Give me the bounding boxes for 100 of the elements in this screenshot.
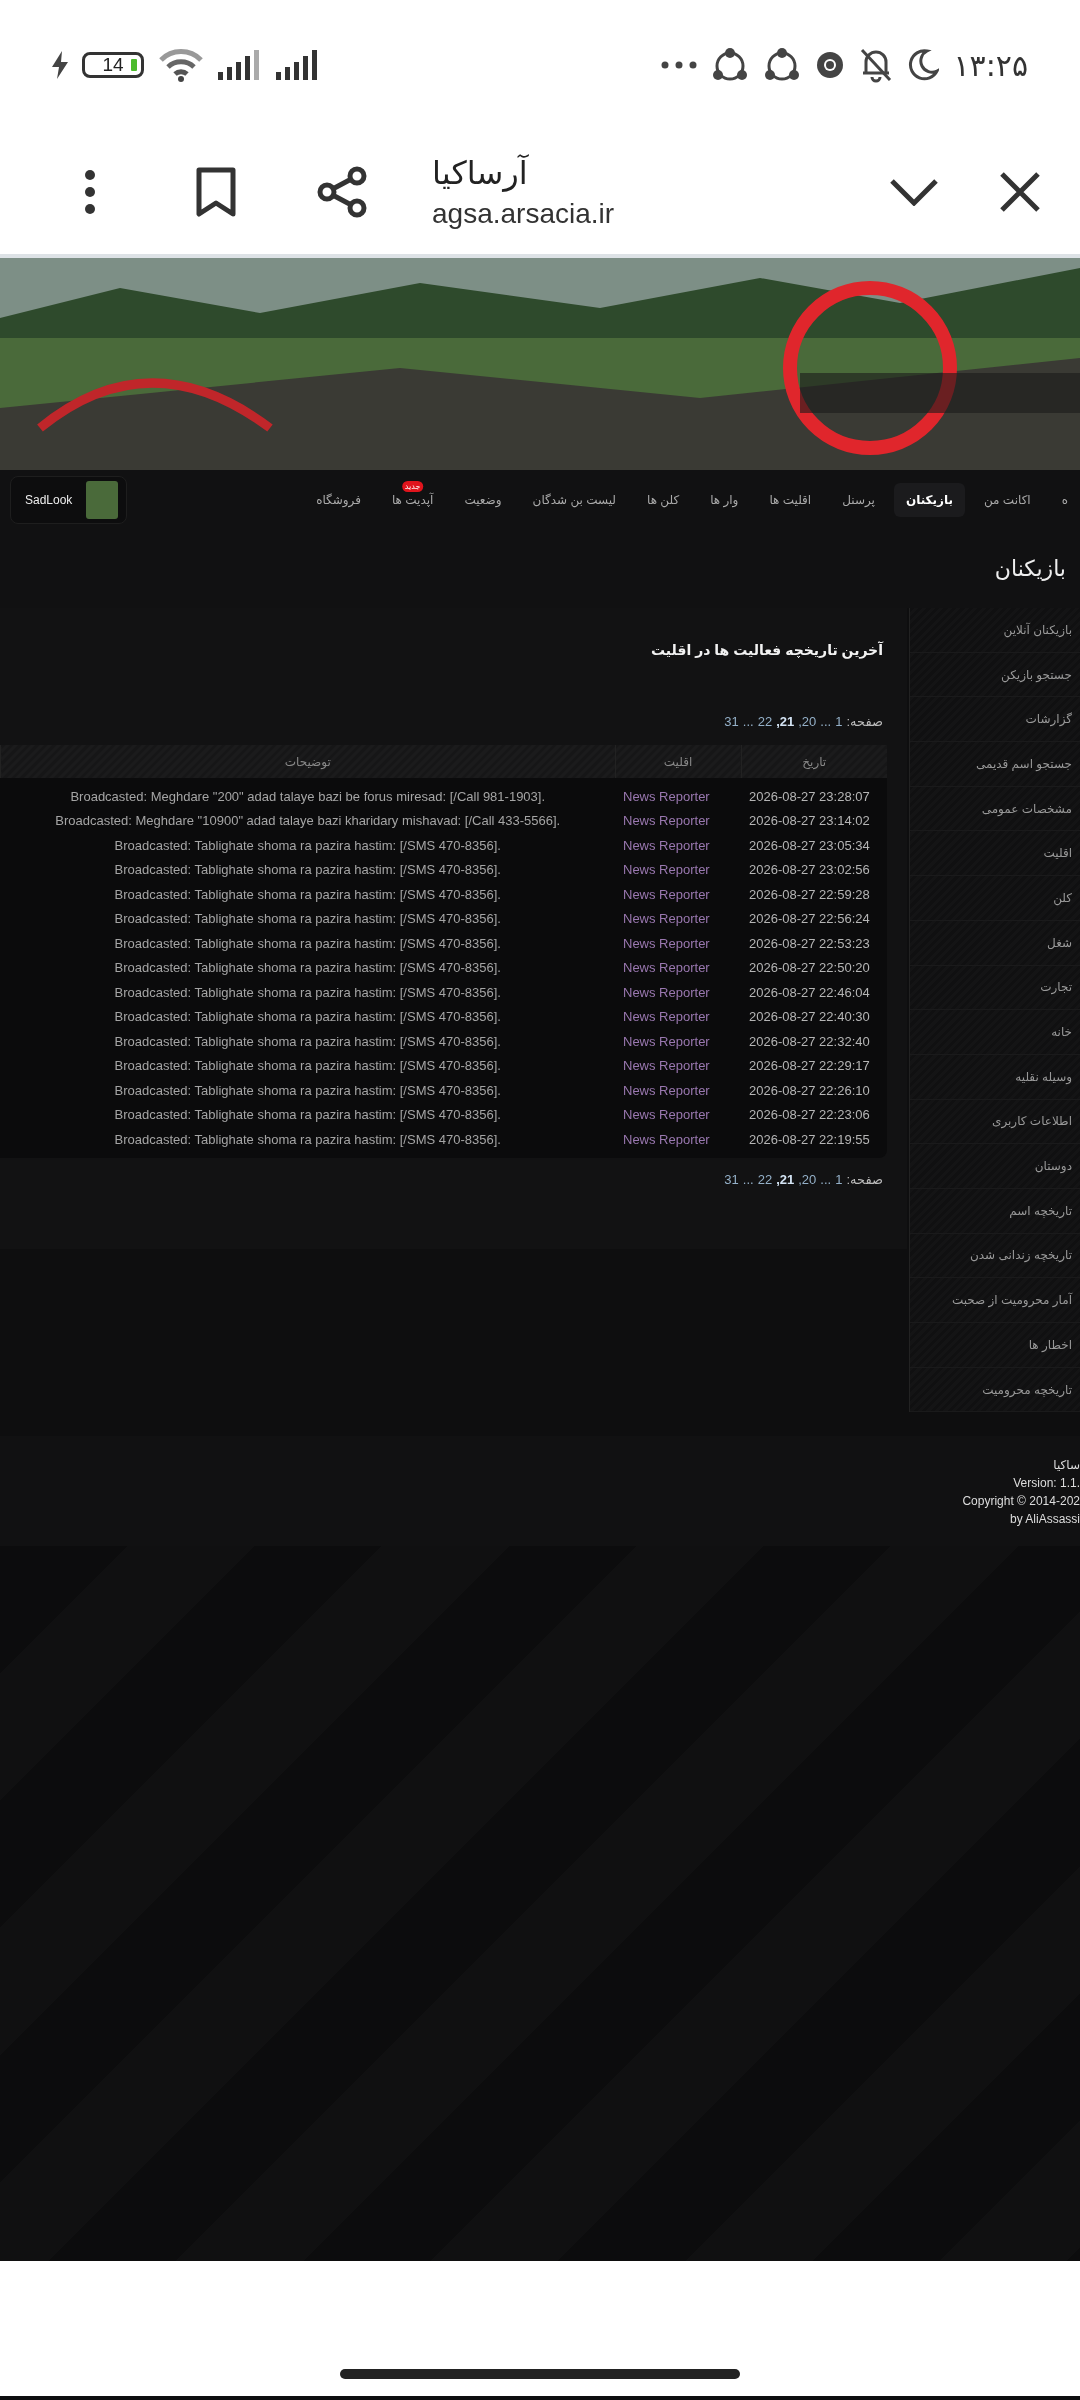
sidebar-item[interactable]: وسیله نقلیه bbox=[910, 1054, 1080, 1100]
nav-tab[interactable]: بازیکنان bbox=[893, 483, 965, 517]
column-header: اقلیت bbox=[615, 745, 741, 778]
column-header: تاریخ bbox=[741, 745, 887, 778]
footer-text: ساکیا bbox=[1053, 1458, 1080, 1473]
faction-cell: News Reporter bbox=[615, 1078, 741, 1103]
date-cell: 2026-08-27 22:56:24 bbox=[741, 906, 887, 931]
nav-tab[interactable]: وار ها bbox=[698, 483, 751, 517]
nav-tab[interactable]: اکانت من bbox=[971, 483, 1043, 517]
description-cell: Broadcasted: Tablighate shoma ra pazira hastim: [/SMS 470-8356]. bbox=[0, 1029, 615, 1054]
description-cell: Broadcasted: Tablighate shoma ra pazira hastim: [/SMS 470-8356]. bbox=[0, 931, 615, 956]
nav-tab[interactable]: پرسنل bbox=[830, 483, 887, 517]
nav-tab[interactable]: کلن ها bbox=[635, 483, 692, 517]
page-link[interactable]: 22 bbox=[757, 714, 773, 729]
footer-text: by AliAssassi bbox=[1009, 1512, 1080, 1527]
description-cell: Broadcasted: Tablighate shoma ra pazira hastim: [/SMS 470-8356]. bbox=[0, 955, 615, 980]
share-icon bbox=[315, 165, 369, 219]
faction-cell: News Reporter bbox=[615, 808, 741, 833]
sidebar-item[interactable]: بازیکنان آنلاین bbox=[910, 608, 1080, 653]
description-cell: Broadcasted: Tablighate shoma ra pazira hastim: [/SMS 470-8356]. bbox=[0, 1004, 615, 1029]
page-link[interactable]: 20, bbox=[798, 1171, 817, 1187]
sidebar-item[interactable]: تاریخچه اسم bbox=[910, 1188, 1080, 1234]
column-header: توضیحات bbox=[0, 745, 615, 778]
sidebar-item[interactable]: خانه bbox=[910, 1010, 1080, 1055]
page-link[interactable]: 1 bbox=[835, 1171, 843, 1187]
sidebar-item[interactable]: شغل bbox=[910, 920, 1080, 966]
sidebar-item[interactable]: جستجو اسم قدیمی bbox=[910, 742, 1080, 787]
new-badge: جدید bbox=[401, 481, 424, 492]
page-ellipsis: ... bbox=[820, 714, 832, 729]
description-cell: Broadcasted: Tablighate shoma ra pazira hastim: [/SMS 470-8356]. bbox=[0, 1127, 615, 1158]
sidebar-item[interactable]: تاریخچه محرومیت bbox=[910, 1367, 1080, 1413]
browser-icon bbox=[815, 50, 846, 80]
sidebar-item[interactable]: اخطار ها bbox=[910, 1323, 1080, 1368]
faction-cell: News Reporter bbox=[615, 857, 741, 882]
description-cell: Broadcasted: Tablighate shoma ra pazira hastim: [/SMS 470-8356]. bbox=[0, 1053, 615, 1078]
sidebar-item[interactable]: تاریخچه زندانی شدن bbox=[910, 1233, 1080, 1279]
nav-tab[interactable]: لیست بن شدگان bbox=[520, 483, 628, 517]
bell-off-icon bbox=[859, 47, 894, 83]
share-circle-icon bbox=[763, 47, 802, 83]
date-cell: 2026-08-27 22:19:55 bbox=[741, 1127, 887, 1158]
page-link[interactable]: 1 bbox=[835, 714, 843, 729]
sidebar-item[interactable]: اقلیت bbox=[910, 831, 1080, 877]
avatar-placeholder bbox=[86, 481, 119, 519]
faction-cell: News Reporter bbox=[615, 1029, 741, 1054]
battery-icon: 14 bbox=[82, 52, 144, 78]
date-cell: 2026-08-27 22:26:10 bbox=[741, 1078, 887, 1103]
user-menu[interactable]: SadLook bbox=[10, 476, 128, 524]
nav-tab[interactable]: وضعیت bbox=[452, 483, 514, 517]
date-cell: 2026-08-27 23:14:02 bbox=[741, 808, 887, 833]
wifi-icon bbox=[158, 48, 204, 82]
bookmark-icon bbox=[196, 167, 236, 217]
page-link[interactable]: 20, bbox=[798, 714, 817, 729]
date-cell: 2026-08-27 22:29:17 bbox=[741, 1053, 887, 1078]
page-link[interactable]: 21, bbox=[776, 714, 795, 729]
nav-tab[interactable]: فروشگاه bbox=[304, 483, 373, 517]
page-link[interactable]: 31 bbox=[724, 714, 739, 729]
chevron-down-icon bbox=[889, 178, 939, 206]
date-cell: 2026-08-27 22:40:30 bbox=[741, 1004, 887, 1029]
date-cell: 2026-08-27 22:46:04 bbox=[741, 980, 887, 1005]
sidebar-item[interactable]: کلن bbox=[910, 876, 1080, 921]
sidebar-item[interactable]: اطلاعات کاربری bbox=[910, 1099, 1080, 1145]
page-ellipsis: ... bbox=[820, 1171, 832, 1187]
more-icon bbox=[661, 61, 698, 69]
page-url: agsa.arsacia.ir bbox=[432, 198, 616, 230]
page-label: صفحه: bbox=[846, 714, 883, 729]
faction-cell: News Reporter bbox=[615, 1127, 741, 1158]
faction-cell: News Reporter bbox=[615, 931, 741, 956]
description-cell: Broadcasted: Tablighate shoma ra pazira hastim: [/SMS 470-8356]. bbox=[0, 1102, 615, 1127]
date-cell: 2026-08-27 22:53:23 bbox=[741, 931, 887, 956]
page-link[interactable]: 31 bbox=[724, 1171, 739, 1187]
page-link[interactable]: 22 bbox=[757, 1171, 773, 1187]
page-link[interactable]: 21, bbox=[776, 1171, 795, 1187]
sidebar-item[interactable]: آمار محرومیت از صحبت bbox=[910, 1278, 1080, 1323]
date-cell: 2026-08-27 22:59:28 bbox=[741, 882, 887, 907]
sidebar-item[interactable]: دوستان bbox=[910, 1144, 1080, 1189]
faction-cell: News Reporter bbox=[615, 778, 741, 809]
home-indicator[interactable] bbox=[340, 2369, 740, 2380]
page-title: آرساکیا bbox=[432, 154, 530, 192]
user-name: SadLook bbox=[25, 493, 73, 507]
panel-title: آخرین تاریخچه فعالیت ها در اقلیت bbox=[651, 642, 883, 658]
sidebar-item[interactable]: گزارشات bbox=[910, 697, 1080, 743]
faction-cell: News Reporter bbox=[615, 833, 741, 858]
faction-cell: News Reporter bbox=[615, 980, 741, 1005]
date-cell: 2026-08-27 23:05:34 bbox=[741, 833, 887, 858]
sidebar-item[interactable]: مشخصات عمومی bbox=[910, 786, 1080, 832]
faction-cell: News Reporter bbox=[615, 955, 741, 980]
description-cell: Broadcasted: Meghdare "10900" adad talaye bazi kharidary mishavad: [/Call 433-5566]. bbox=[0, 808, 615, 833]
sidebar-item[interactable]: جستجو بازیکن bbox=[910, 652, 1080, 698]
faction-cell: News Reporter bbox=[615, 1053, 741, 1078]
page-ellipsis: ... bbox=[742, 1171, 754, 1187]
faction-cell: News Reporter bbox=[615, 882, 741, 907]
close-icon bbox=[999, 171, 1041, 213]
sidebar-item[interactable]: تجارت bbox=[910, 965, 1080, 1011]
section-heading: بازیکنان bbox=[994, 556, 1066, 582]
page-label: صفحه: bbox=[846, 1171, 883, 1187]
nav-tab[interactable]: ه bbox=[1049, 483, 1080, 517]
moon-icon bbox=[907, 49, 940, 81]
clock-time: ۱۳:۲۵ bbox=[953, 47, 1028, 83]
date-cell: 2026-08-27 22:50:20 bbox=[741, 955, 887, 980]
nav-tab[interactable]: اقلیت ها bbox=[757, 483, 824, 517]
